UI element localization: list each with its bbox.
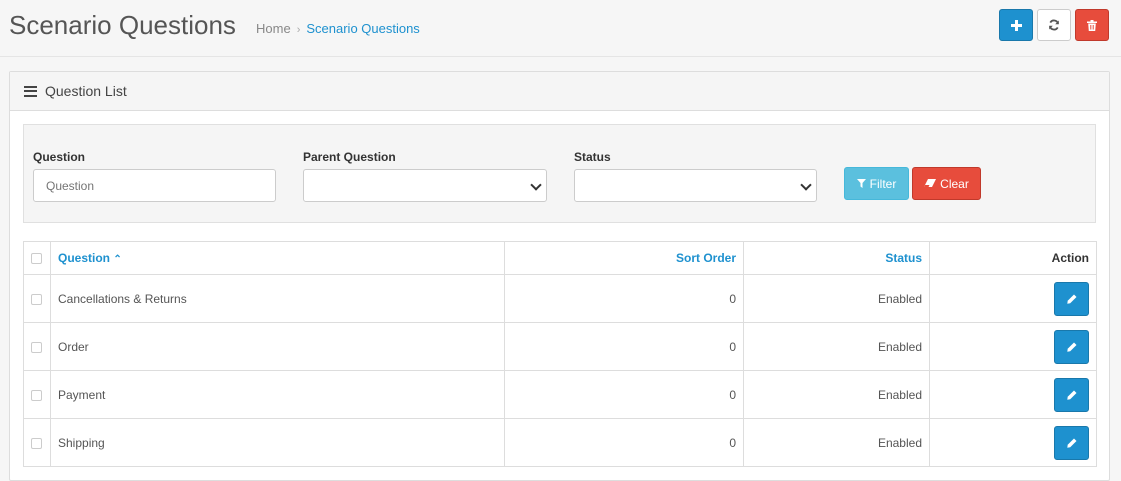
question-column-label: Question <box>58 251 111 265</box>
question-column-header[interactable]: Question ⌃ <box>50 241 505 275</box>
edit-button[interactable] <box>1054 425 1089 460</box>
table-header-row: Question ⌃ Sort Order Status Action <box>23 241 1097 275</box>
trash-icon <box>1087 19 1097 31</box>
panel-title: Question List <box>24 83 127 99</box>
question-cell: Payment <box>50 370 505 419</box>
table-row: Shipping 0 Enabled <box>23 418 1097 467</box>
filter-button-label: Filter <box>869 176 897 191</box>
question-cell: Shipping <box>50 418 505 467</box>
clear-button-label: Clear <box>940 176 969 191</box>
row-checkbox[interactable] <box>31 293 42 305</box>
refresh-button[interactable] <box>1037 9 1071 41</box>
status-cell: Enabled <box>743 322 930 371</box>
pencil-icon <box>1066 342 1076 352</box>
question-cell: Cancellations & Returns <box>50 274 505 323</box>
pencil-icon <box>1066 438 1076 448</box>
sort-order-column-header[interactable]: Sort Order <box>504 241 744 275</box>
status-filter-label: Status <box>574 150 611 164</box>
page-title: Scenario Questions <box>9 10 236 40</box>
row-checkbox[interactable] <box>31 341 42 353</box>
row-select-cell <box>23 418 51 467</box>
breadcrumb-scenario-questions[interactable]: Scenario Questions <box>306 21 419 36</box>
clear-button[interactable]: Clear <box>912 167 981 200</box>
action-column-header: Action <box>929 241 1097 275</box>
breadcrumb-separator: › <box>296 24 301 36</box>
select-all-cell <box>23 241 51 275</box>
question-cell: Order <box>50 322 505 371</box>
pencil-icon <box>1066 294 1076 304</box>
edit-button[interactable] <box>1054 377 1089 412</box>
funnel-icon <box>856 179 866 188</box>
question-table: Question ⌃ Sort Order Status Action Canc… <box>23 241 1097 467</box>
sort-order-cell: 0 <box>504 418 744 467</box>
row-select-cell <box>23 322 51 371</box>
panel-heading: Question List <box>10 72 1109 111</box>
status-cell: Enabled <box>743 274 930 323</box>
select-all-checkbox[interactable] <box>31 253 42 265</box>
refresh-icon <box>1049 19 1059 31</box>
status-cell: Enabled <box>743 370 930 419</box>
action-cell <box>929 322 1097 371</box>
sort-order-cell: 0 <box>504 370 744 419</box>
table-body: Cancellations & Returns 0 Enabled Order 0 Ena… <box>23 274 1097 467</box>
sort-order-cell: 0 <box>504 322 744 371</box>
status-cell: Enabled <box>743 418 930 467</box>
row-checkbox[interactable] <box>31 437 42 449</box>
status-filter-select[interactable] <box>574 169 817 202</box>
delete-button[interactable] <box>1075 9 1109 41</box>
question-filter-label: Question <box>33 150 86 164</box>
add-new-button[interactable] <box>999 9 1033 41</box>
table-row: Order 0 Enabled <box>23 322 1097 371</box>
parent-question-select[interactable] <box>303 169 547 202</box>
plus-icon <box>1010 19 1022 31</box>
breadcrumb-home[interactable]: Home <box>256 21 291 36</box>
parent-question-label: Parent Question <box>303 150 396 164</box>
breadcrumb: Home › Scenario Questions <box>256 21 420 36</box>
question-filter-input[interactable] <box>33 169 276 202</box>
page-header: Scenario Questions Home › Scenario Questio… <box>0 0 1121 57</box>
action-cell <box>929 274 1097 323</box>
sort-asc-icon: ⌃ <box>113 254 122 265</box>
row-select-cell <box>23 274 51 323</box>
row-checkbox[interactable] <box>31 389 42 401</box>
eraser-icon <box>924 179 937 187</box>
table-row: Cancellations & Returns 0 Enabled <box>23 274 1097 323</box>
sort-order-cell: 0 <box>504 274 744 323</box>
action-cell <box>929 418 1097 467</box>
edit-button[interactable] <box>1054 281 1089 316</box>
edit-button[interactable] <box>1054 329 1089 364</box>
filter-button[interactable]: Filter <box>844 167 909 200</box>
list-icon <box>24 85 37 97</box>
table-row: Payment 0 Enabled <box>23 370 1097 419</box>
filter-box: Question Parent Question Status Filter C… <box>23 124 1096 223</box>
pencil-icon <box>1066 390 1076 400</box>
panel-title-text: Question List <box>45 83 127 99</box>
status-column-header[interactable]: Status <box>743 241 930 275</box>
question-list-panel: Question List Question Parent Question S… <box>9 71 1110 481</box>
action-cell <box>929 370 1097 419</box>
row-select-cell <box>23 370 51 419</box>
